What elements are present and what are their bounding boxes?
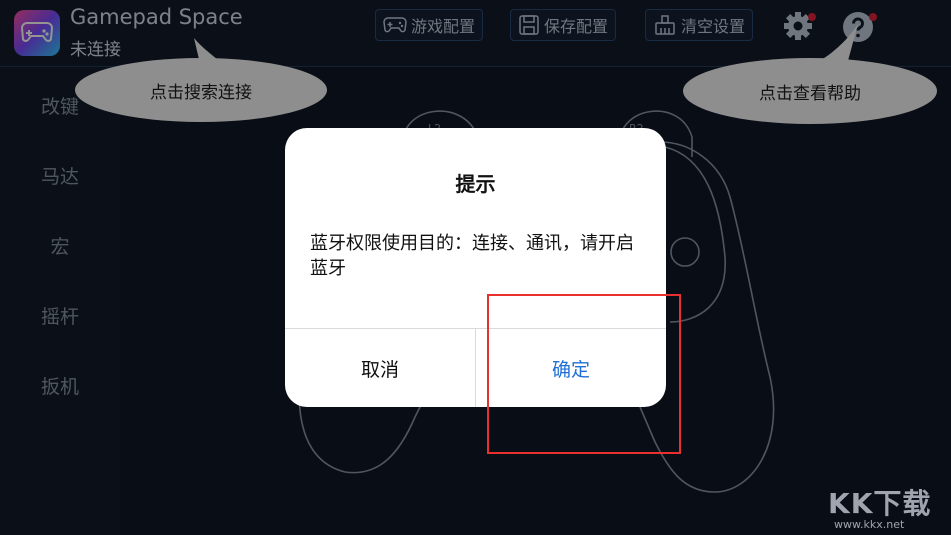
cancel-button[interactable]: 取消 bbox=[285, 329, 475, 407]
watermark: KK下载 www.kkx.net bbox=[806, 482, 946, 532]
view-help-text: 点击查看帮助 bbox=[759, 83, 861, 104]
view-help-tooltip[interactable]: 点击查看帮助 bbox=[683, 58, 937, 124]
dialog-title: 提示 bbox=[455, 172, 496, 196]
search-connect-text: 点击搜索连接 bbox=[150, 82, 252, 103]
watermark-brand: KK下载 bbox=[828, 487, 932, 520]
dialog-message: 蓝牙权限使用目的：连接、通讯，请开启蓝牙 bbox=[310, 233, 634, 279]
watermark-url: www.kkx.net bbox=[834, 518, 905, 531]
search-connect-tooltip[interactable]: 点击搜索连接 bbox=[75, 58, 327, 122]
confirm-highlight-box bbox=[487, 294, 681, 454]
